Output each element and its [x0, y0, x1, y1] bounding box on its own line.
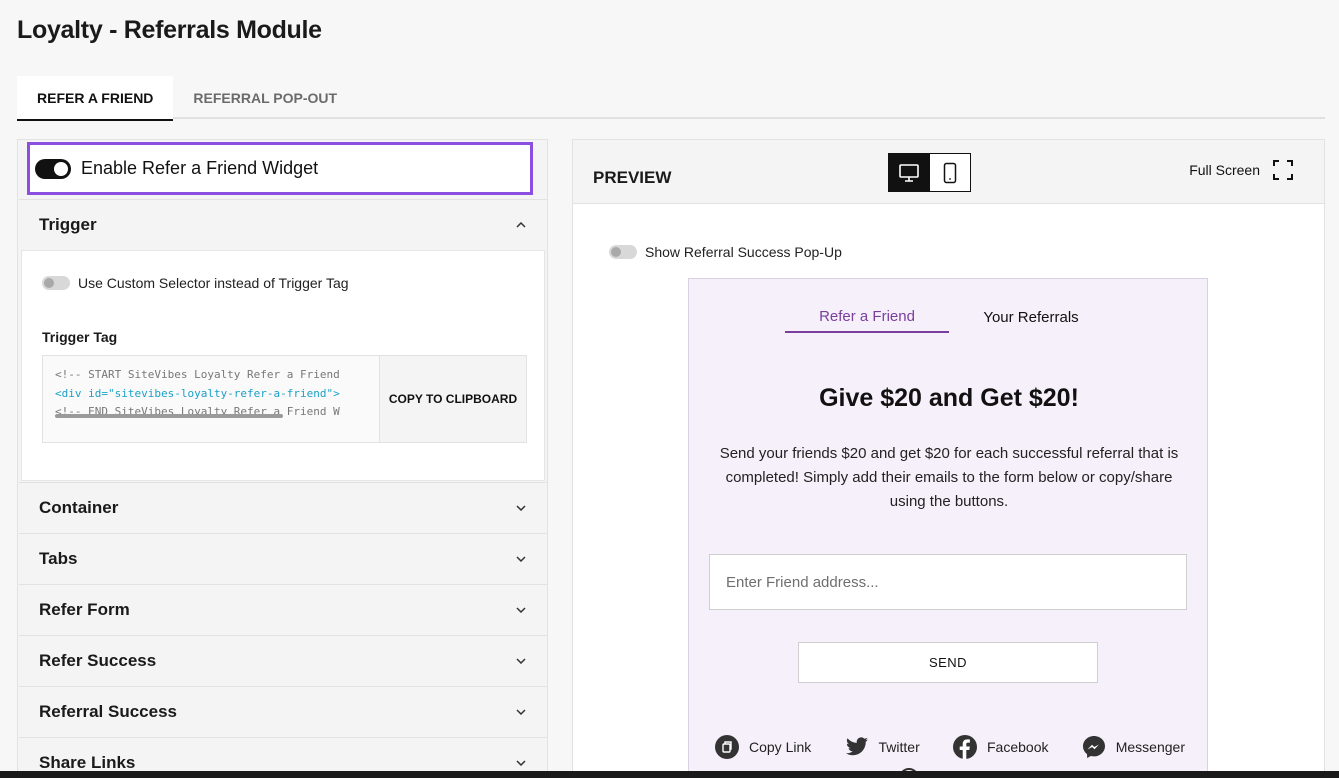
chevron-down-icon	[515, 502, 527, 514]
share-label: Copy Link	[749, 739, 812, 755]
refer-widget-preview: Refer a Friend Your Referrals Give $20 a…	[688, 278, 1208, 778]
section-trigger-header[interactable]: Trigger	[19, 199, 547, 249]
show-popup-label: Show Referral Success Pop-Up	[645, 244, 842, 260]
code-line: <!-- END SiteVibes Loyalty Refer a Frien…	[55, 405, 340, 418]
share-copy-link[interactable]: Copy Link	[715, 735, 811, 759]
chevron-down-icon	[515, 604, 527, 616]
code-line: <div id="sitevibes-loyalty-refer-a-frien…	[55, 386, 340, 400]
preview-panel: PREVIEW Full Screen Show Referral Succes…	[572, 139, 1325, 778]
mobile-icon	[943, 162, 956, 183]
friend-email-input[interactable]	[709, 554, 1187, 610]
copy-link-icon	[715, 735, 739, 759]
desktop-view-button[interactable]	[889, 154, 930, 191]
fullscreen-icon	[1273, 160, 1293, 180]
enable-widget-label: Enable Refer a Friend Widget	[81, 158, 319, 178]
share-label: Facebook	[987, 739, 1049, 755]
trigger-tag-code-box: <!-- START SiteVibes Loyalty Refer a Fri…	[42, 355, 527, 443]
show-popup-row: Show Referral Success Pop-Up	[609, 244, 842, 260]
mobile-view-button[interactable]	[930, 154, 971, 191]
share-facebook[interactable]: Facebook	[953, 735, 1048, 759]
share-label: Twitter	[878, 739, 920, 755]
tab-refer-a-friend[interactable]: REFER A FRIEND	[17, 76, 174, 121]
chevron-down-icon	[515, 655, 527, 667]
page-title: Loyalty - Referrals Module	[17, 16, 322, 44]
code-line: <!-- START SiteVibes Loyalty Refer a Fri…	[55, 368, 340, 381]
widget-tabs: Refer a Friend Your Referrals	[785, 301, 1113, 333]
section-title: Refer Form	[39, 599, 130, 619]
section-title: Container	[39, 497, 119, 517]
widget-tab-refer-a-friend[interactable]: Refer a Friend	[785, 301, 949, 333]
share-label: Messenger	[1115, 739, 1185, 755]
full-screen-button[interactable]: Full Screen	[1189, 159, 1294, 181]
section-tabs-header[interactable]: Tabs	[19, 533, 547, 583]
enable-widget-row: Enable Refer a Friend Widget	[27, 142, 533, 195]
share-messenger[interactable]: Messenger	[1082, 735, 1185, 759]
chevron-down-icon	[515, 706, 527, 718]
send-button[interactable]: SEND	[798, 642, 1098, 683]
widget-headline: Give $20 and Get $20!	[819, 384, 1079, 412]
copy-to-clipboard-button[interactable]: COPY TO CLIPBOARD	[380, 356, 526, 442]
widget-description: Send your friends $20 and get $20 for ea…	[719, 445, 1179, 510]
device-toggle	[888, 153, 971, 192]
section-title: Trigger	[39, 214, 97, 234]
share-twitter[interactable]: Twitter	[845, 735, 920, 759]
tab-referral-pop-out[interactable]: REFERRAL POP-OUT	[173, 76, 357, 119]
window-bottom-bar	[0, 771, 1339, 778]
full-screen-label: Full Screen	[1189, 162, 1260, 178]
chevron-down-icon	[515, 757, 527, 769]
messenger-icon	[1082, 736, 1105, 758]
chevron-down-icon	[515, 553, 527, 565]
trigger-section-body: Use Custom Selector instead of Trigger T…	[21, 250, 545, 481]
section-title: Refer Success	[39, 650, 157, 670]
facebook-icon	[953, 735, 977, 759]
section-container-header[interactable]: Container	[19, 482, 547, 532]
custom-selector-row: Use Custom Selector instead of Trigger T…	[42, 275, 349, 291]
widget-tab-your-referrals[interactable]: Your Referrals	[949, 301, 1113, 333]
trigger-tag-code[interactable]: <!-- START SiteVibes Loyalty Refer a Fri…	[43, 356, 380, 442]
chevron-up-icon	[515, 219, 527, 231]
section-refer-success-header[interactable]: Refer Success	[19, 635, 547, 685]
custom-selector-toggle[interactable]	[42, 276, 70, 290]
custom-selector-label: Use Custom Selector instead of Trigger T…	[78, 275, 349, 291]
desktop-icon	[899, 163, 920, 182]
preview-label: PREVIEW	[593, 168, 672, 187]
section-title: Referral Success	[39, 701, 177, 721]
code-scrollbar[interactable]	[55, 414, 283, 418]
section-title: Tabs	[39, 548, 78, 568]
share-links-row: Copy Link Twitter Facebook Messenger	[715, 735, 1185, 759]
enable-widget-toggle[interactable]	[35, 158, 71, 179]
preview-header: PREVIEW Full Screen	[573, 140, 1324, 204]
section-title: Share Links	[39, 752, 136, 772]
section-refer-form-header[interactable]: Refer Form	[19, 584, 547, 634]
settings-panel: Enable Refer a Friend Widget Trigger Use…	[17, 139, 548, 778]
twitter-icon	[845, 737, 868, 756]
show-popup-toggle[interactable]	[609, 245, 637, 259]
section-referral-success-header[interactable]: Referral Success	[19, 686, 547, 736]
trigger-tag-label: Trigger Tag	[42, 329, 118, 345]
module-tabs: REFER A FRIEND REFERRAL POP-OUT	[17, 76, 1325, 121]
